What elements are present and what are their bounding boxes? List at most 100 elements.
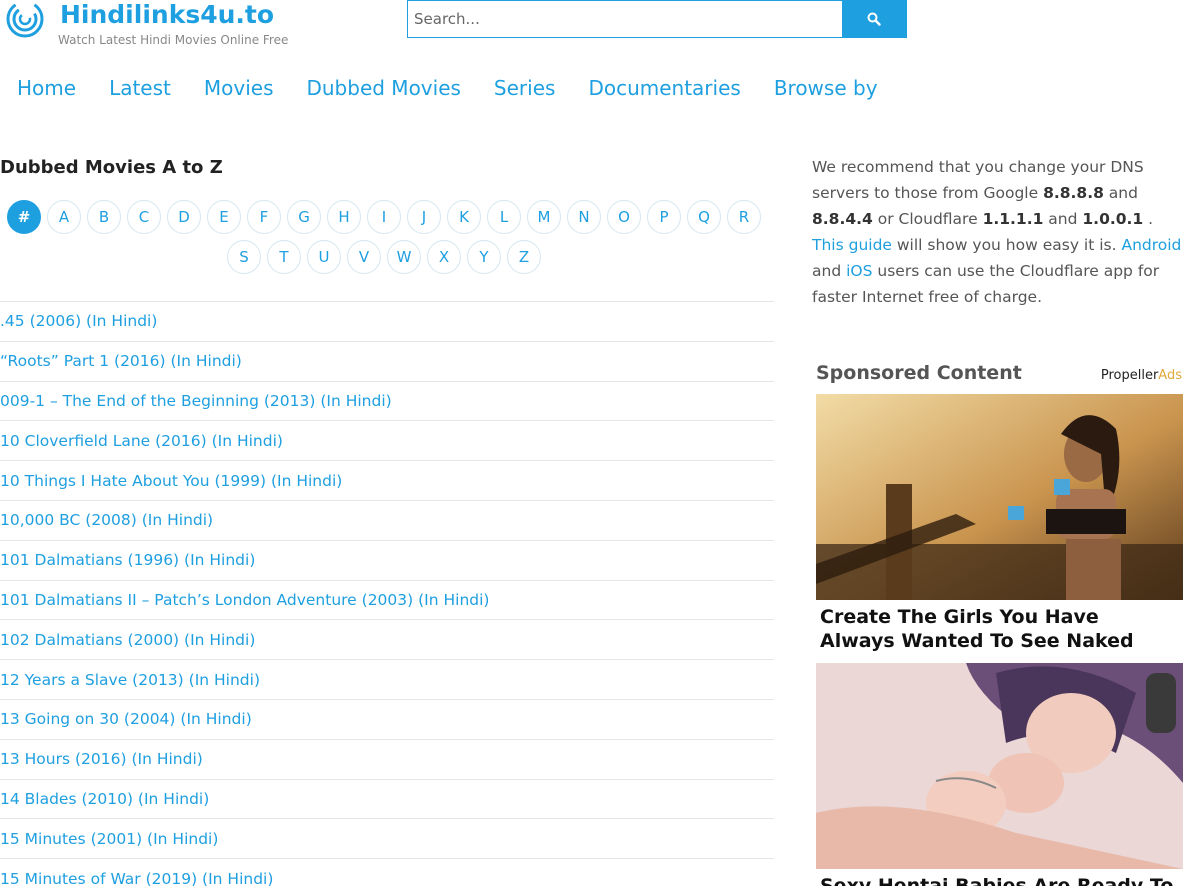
- ad-card[interactable]: Sexy Hentai Babies Are Ready To: [816, 663, 1183, 886]
- page: Hindilinks4u.to Watch Latest Hindi Movie…: [0, 0, 1186, 886]
- dns-text: and: [812, 262, 847, 280]
- site-tagline: Watch Latest Hindi Movies Online Free: [58, 33, 289, 47]
- list-item: “Roots” Part 1 (2016) (In Hindi): [0, 340, 774, 381]
- list-item: 101 Dalmatians II – Patch’s London Adven…: [0, 579, 774, 620]
- az-letter[interactable]: V: [347, 240, 381, 274]
- movie-link[interactable]: 101 Dalmatians II – Patch’s London Adven…: [0, 591, 489, 609]
- az-letter[interactable]: B: [87, 200, 121, 234]
- list-item: 12 Years a Slave (2013) (In Hindi): [0, 659, 774, 699]
- ad-card[interactable]: Create The Girls You Have Always Wanted …: [816, 394, 1183, 653]
- movie-link[interactable]: 009-1 – The End of the Beginning (2013) …: [0, 392, 392, 410]
- ad-image[interactable]: [816, 663, 1183, 869]
- az-letter[interactable]: W: [387, 240, 421, 274]
- az-letter[interactable]: Y: [467, 240, 501, 274]
- movie-list: .45 (2006) (In Hindi) “Roots” Part 1 (201…: [0, 301, 774, 886]
- az-letter[interactable]: K: [447, 200, 481, 234]
- movie-link[interactable]: “Roots” Part 1 (2016) (In Hindi): [0, 352, 242, 370]
- dns-recommendation: We recommend that you change your DNS se…: [812, 154, 1184, 310]
- movie-link[interactable]: 15 Minutes of War (2019) (In Hindi): [0, 870, 273, 886]
- az-letter[interactable]: X: [427, 240, 461, 274]
- movie-link[interactable]: 14 Blades (2010) (In Hindi): [0, 790, 209, 808]
- az-letter[interactable]: T: [267, 240, 301, 274]
- movie-link[interactable]: .45 (2006) (In Hindi): [0, 312, 157, 330]
- logo-swirl-icon: [6, 0, 44, 38]
- nav-dubbed-movies[interactable]: Dubbed Movies: [306, 76, 460, 100]
- ad-image[interactable]: [816, 394, 1183, 600]
- list-item: 10,000 BC (2008) (In Hindi): [0, 499, 774, 540]
- list-item: 13 Going on 30 (2004) (In Hindi): [0, 698, 774, 739]
- az-letter[interactable]: Z: [507, 240, 541, 274]
- page-title: Dubbed Movies A to Z: [0, 157, 223, 178]
- search-bar: [407, 0, 907, 38]
- az-row: STUVWXYZ: [0, 240, 768, 274]
- propeller-ads-logo[interactable]: PropellerAds: [1101, 368, 1182, 383]
- dns-text: or Cloudflare: [872, 210, 983, 228]
- list-item: .45 (2006) (In Hindi): [0, 301, 774, 341]
- az-letter[interactable]: P: [647, 200, 681, 234]
- dns-ip: 1.0.0.1: [1082, 210, 1144, 228]
- movie-link[interactable]: 10,000 BC (2008) (In Hindi): [0, 511, 213, 529]
- list-item: 102 Dalmatians (2000) (In Hindi): [0, 619, 774, 659]
- az-letter[interactable]: Q: [687, 200, 721, 234]
- dns-text: .: [1143, 210, 1154, 228]
- nav-home[interactable]: Home: [17, 76, 76, 100]
- list-item: 13 Hours (2016) (In Hindi): [0, 738, 774, 779]
- az-row: # A B C D E F G H I J K L M N O P Q R: [0, 200, 768, 234]
- az-letter[interactable]: S: [227, 240, 261, 274]
- az-letter[interactable]: O: [607, 200, 641, 234]
- list-item: 15 Minutes (2001) (In Hindi): [0, 818, 774, 858]
- dns-guide-link[interactable]: This guide: [812, 236, 892, 254]
- movie-link[interactable]: 10 Things I Hate About You (1999) (In Hi…: [0, 472, 342, 490]
- dns-text: and: [1043, 210, 1083, 228]
- ios-link[interactable]: iOS: [846, 262, 872, 280]
- search-input[interactable]: [408, 1, 842, 37]
- az-letter[interactable]: L: [487, 200, 521, 234]
- movie-link[interactable]: 10 Cloverfield Lane (2016) (In Hindi): [0, 432, 283, 450]
- list-item: 15 Minutes of War (2019) (In Hindi): [0, 858, 774, 886]
- az-letter[interactable]: J: [407, 200, 441, 234]
- nav-browse-by[interactable]: Browse by: [774, 76, 878, 100]
- az-filter: # A B C D E F G H I J K L M N O P Q R STUVWXYZ: [0, 200, 768, 280]
- nav-series[interactable]: Series: [494, 76, 556, 100]
- az-letter[interactable]: D: [167, 200, 201, 234]
- nav-latest[interactable]: Latest: [109, 76, 171, 100]
- android-link[interactable]: Android: [1121, 236, 1181, 254]
- dns-text: and: [1103, 184, 1138, 202]
- az-letter[interactable]: C: [127, 200, 161, 234]
- az-letter[interactable]: I: [367, 200, 401, 234]
- az-letter[interactable]: #: [7, 200, 41, 234]
- movie-link[interactable]: 13 Hours (2016) (In Hindi): [0, 750, 203, 768]
- az-letter[interactable]: R: [727, 200, 761, 234]
- movie-link[interactable]: 13 Going on 30 (2004) (In Hindi): [0, 710, 252, 728]
- ad-caption[interactable]: Create The Girls You Have Always Wanted …: [816, 600, 1183, 653]
- search-icon: [867, 12, 881, 26]
- sponsored-header: Sponsored Content PropellerAds: [816, 362, 1182, 388]
- az-letter[interactable]: U: [307, 240, 341, 274]
- propeller-text: Propeller: [1100, 368, 1159, 383]
- sponsored-title: Sponsored Content: [816, 362, 1022, 384]
- az-letter[interactable]: M: [527, 200, 561, 234]
- ad-caption[interactable]: Sexy Hentai Babies Are Ready To: [816, 869, 1183, 886]
- dns-ip: 1.1.1.1: [982, 210, 1044, 228]
- list-item: 10 Cloverfield Lane (2016) (In Hindi): [0, 420, 774, 460]
- movie-link[interactable]: 101 Dalmatians (1996) (In Hindi): [0, 551, 255, 569]
- site-title[interactable]: Hindilinks4u.to: [60, 0, 274, 29]
- az-letter[interactable]: G: [287, 200, 321, 234]
- list-item: 14 Blades (2010) (In Hindi): [0, 778, 774, 819]
- nav-movies[interactable]: Movies: [204, 76, 274, 100]
- list-item: 10 Things I Hate About You (1999) (In Hi…: [0, 460, 774, 500]
- az-letter[interactable]: H: [327, 200, 361, 234]
- movie-link[interactable]: 102 Dalmatians (2000) (In Hindi): [0, 631, 255, 649]
- search-button[interactable]: [842, 1, 906, 37]
- propeller-ads-text: Ads: [1158, 368, 1182, 383]
- az-letter[interactable]: E: [207, 200, 241, 234]
- az-letter[interactable]: F: [247, 200, 281, 234]
- az-letter[interactable]: N: [567, 200, 601, 234]
- list-item: 009-1 – The End of the Beginning (2013) …: [0, 380, 774, 421]
- nav-documentaries[interactable]: Documentaries: [588, 76, 740, 100]
- dns-ip: 8.8.4.4: [812, 210, 873, 228]
- az-letter[interactable]: A: [47, 200, 81, 234]
- movie-link[interactable]: 15 Minutes (2001) (In Hindi): [0, 830, 218, 848]
- movie-link[interactable]: 12 Years a Slave (2013) (In Hindi): [0, 671, 260, 689]
- site-logo[interactable]: Hindilinks4u.to Watch Latest Hindi Movie…: [4, 0, 304, 52]
